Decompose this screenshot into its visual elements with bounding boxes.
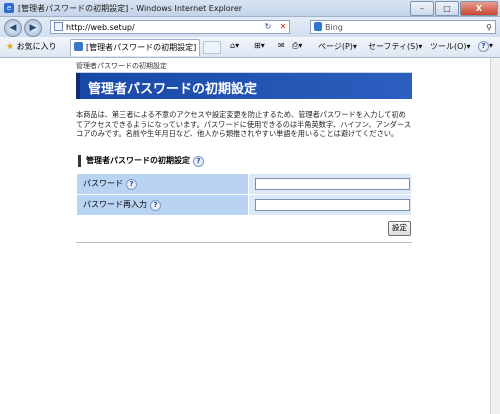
password-form-table: パスワード? パスワード再入力? xyxy=(76,173,412,216)
page-content: 管理者パスワードの初期設定 管理者パスワードの初期設定 本商品は、第三者による不… xyxy=(0,58,490,414)
tools-menu[interactable]: ツール(O)▾ xyxy=(430,41,471,52)
page-description: 本商品は、第三者による不意のアクセスや設定変更を防止するため、管理者パスワードを… xyxy=(76,110,412,138)
table-row: パスワード? xyxy=(76,173,412,195)
address-toolbar: ◀ ▶ http://web.setup/ ↻ ✕ Bing ⚲ xyxy=(0,17,500,37)
table-row: パスワード再入力? xyxy=(76,194,412,216)
browser-tab[interactable]: [管理者パスワードの初期設定] xyxy=(70,39,200,56)
set-button[interactable]: 設定 xyxy=(388,221,411,236)
back-arrow-icon: ◀ xyxy=(9,23,17,33)
bing-icon xyxy=(314,22,322,31)
home-icon[interactable]: ⌂▾ xyxy=(230,41,239,50)
vertical-scrollbar[interactable] xyxy=(490,58,500,414)
breadcrumb: 管理者パスワードの初期設定 xyxy=(76,62,412,73)
safety-menu-label: セーフティ(S) xyxy=(368,42,419,51)
page-menu[interactable]: ページ(P)▾ xyxy=(318,41,357,52)
tab-title: [管理者パスワードの初期設定] xyxy=(86,43,197,52)
password-field-cell xyxy=(248,173,412,195)
password-confirm-input[interactable] xyxy=(255,199,410,211)
tab-page-icon xyxy=(74,42,83,51)
help-icon[interactable]: ? xyxy=(126,179,137,190)
help-menu[interactable]: ? ▾ xyxy=(478,41,493,52)
password-label-cell: パスワード? xyxy=(76,173,249,195)
window-title: [管理者パスワードの初期設定] - Windows Internet Explo… xyxy=(18,4,243,13)
section-title-text: 管理者パスワードの初期設定 xyxy=(86,156,190,165)
ie-icon: e xyxy=(4,3,14,13)
page-icon xyxy=(54,22,63,31)
forward-button[interactable]: ▶ xyxy=(24,19,42,37)
password-label: パスワード xyxy=(83,179,123,188)
search-input[interactable]: Bing ⚲ xyxy=(310,20,496,34)
star-icon: ★ xyxy=(6,42,15,52)
password-confirm-label: パスワード再入力 xyxy=(83,200,147,209)
safety-menu[interactable]: セーフティ(S)▾ xyxy=(368,41,422,52)
help-icon: ? xyxy=(478,41,489,52)
minimize-button[interactable]: – xyxy=(410,1,434,16)
close-button[interactable]: X xyxy=(460,1,498,16)
favorites-bar: ★ お気に入り [管理者パスワードの初期設定] ⌂▾ ⊞▾ ✉ ⎙▾ ページ(P… xyxy=(0,37,500,58)
search-placeholder: Bing xyxy=(325,23,343,32)
maximize-button[interactable]: □ xyxy=(435,1,459,16)
search-icon[interactable]: ⚲ xyxy=(486,21,492,35)
help-icon[interactable]: ? xyxy=(193,156,204,167)
new-tab-button[interactable] xyxy=(203,41,221,54)
password-input[interactable] xyxy=(255,178,410,190)
forward-arrow-icon: ▶ xyxy=(29,23,37,33)
tools-menu-label: ツール(O) xyxy=(430,42,467,51)
window-titlebar: e [管理者パスワードの初期設定] - Windows Internet Exp… xyxy=(0,0,500,17)
address-field[interactable]: http://web.setup/ xyxy=(50,20,290,34)
help-icon[interactable]: ? xyxy=(150,200,161,211)
address-url: http://web.setup/ xyxy=(66,23,135,32)
page-banner: 管理者パスワードの初期設定 xyxy=(76,73,412,99)
password-confirm-field-cell xyxy=(248,194,412,216)
favorites-button[interactable]: ★ お気に入り xyxy=(6,41,57,52)
print-icon[interactable]: ⎙▾ xyxy=(292,41,302,51)
window-controls: – □ X xyxy=(409,1,498,16)
section-title: 管理者パスワードの初期設定? xyxy=(78,155,204,167)
favorites-label: お気に入り xyxy=(16,42,57,51)
feeds-icon[interactable]: ⊞▾ xyxy=(254,41,265,50)
refresh-button[interactable]: ↻ xyxy=(262,20,274,34)
page-title: 管理者パスワードの初期設定 xyxy=(88,82,258,97)
password-confirm-label-cell: パスワード再入力? xyxy=(76,194,249,216)
stop-button[interactable]: ✕ xyxy=(277,20,289,34)
page-menu-label: ページ(P) xyxy=(318,42,353,51)
divider xyxy=(76,242,412,243)
back-button[interactable]: ◀ xyxy=(4,19,22,37)
mail-icon[interactable]: ✉ xyxy=(278,41,285,50)
